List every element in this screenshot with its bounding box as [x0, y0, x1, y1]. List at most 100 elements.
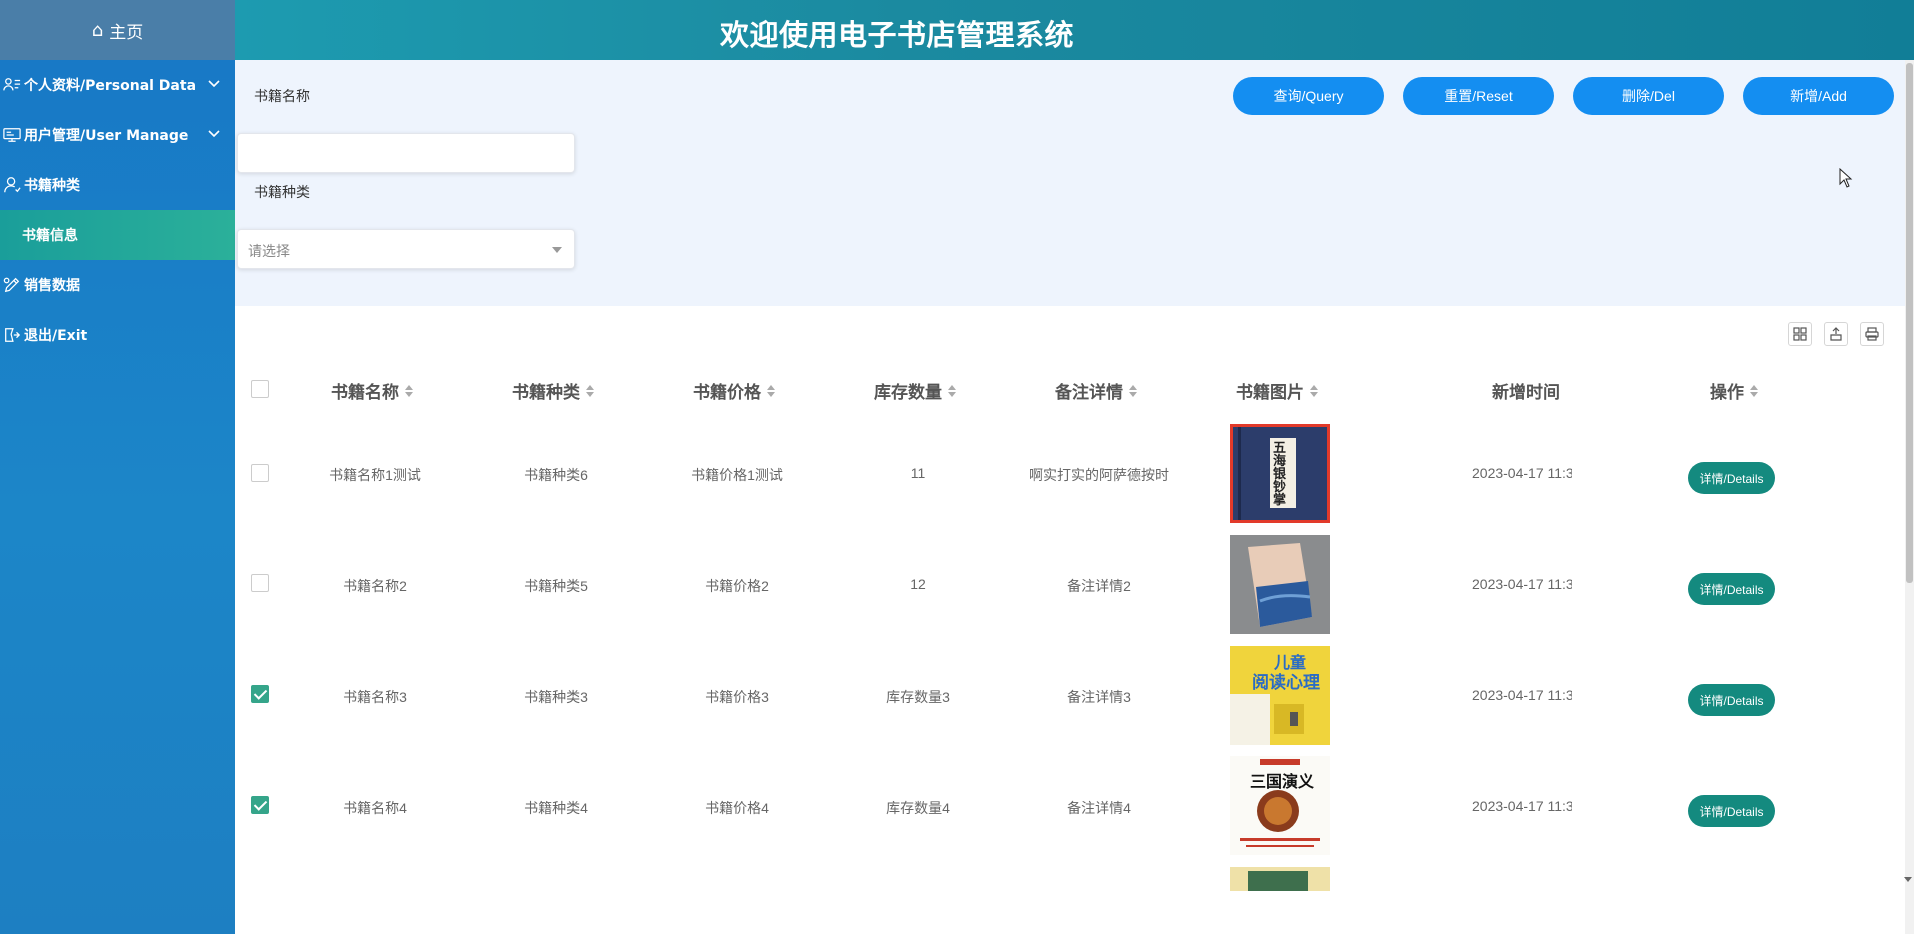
home-link[interactable]: ⌂ 主页	[0, 0, 235, 60]
row-checkbox[interactable]	[251, 574, 269, 592]
cell-remark: 备注详情4	[1067, 800, 1131, 816]
sidebar-item-personal-data[interactable]: 个人资料/Personal Data	[0, 60, 235, 110]
book-cover-title: 五海银钞掌	[1273, 441, 1287, 508]
header-label: 操作	[1710, 383, 1744, 403]
details-button[interactable]: 详情/Details	[1688, 462, 1775, 494]
cell-time: 2023-04-17 11:3	[1472, 798, 1572, 814]
cell-time: 2023-04-17 11:3	[1472, 687, 1572, 703]
mouse-cursor-icon	[1839, 168, 1853, 188]
column-header-time: 新增时间	[1492, 378, 1560, 403]
sidebar-item-label: 用户管理/User Manage	[24, 128, 189, 144]
query-button[interactable]: 查询/Query	[1233, 77, 1384, 115]
cell-name: 书籍名称2	[343, 578, 407, 594]
sort-icon	[948, 384, 956, 397]
row-checkbox[interactable]	[251, 464, 269, 482]
book-cover-image-partial	[1230, 867, 1330, 891]
column-header-remark[interactable]: 备注详情	[1055, 378, 1137, 403]
header-label: 书籍种类	[512, 383, 580, 403]
sidebar-item-label: 书籍信息	[22, 228, 78, 244]
cell-time: 2023-04-17 11:3	[1472, 576, 1572, 592]
vertical-scrollbar[interactable]	[1905, 60, 1914, 934]
book-type-placeholder: 请选择	[248, 244, 290, 260]
sort-icon	[586, 384, 594, 397]
header-label: 库存数量	[874, 383, 942, 403]
cell-name: 书籍名称3	[343, 689, 407, 705]
sort-icon	[767, 384, 775, 397]
row-checkbox[interactable]	[251, 796, 269, 814]
sidebar-item-label: 退出/Exit	[24, 328, 88, 344]
cell-price: 书籍价格3	[705, 689, 769, 705]
details-button[interactable]: 详情/Details	[1688, 573, 1775, 605]
header-label: 备注详情	[1055, 383, 1123, 403]
header-label: 书籍名称	[331, 383, 399, 403]
details-button[interactable]: 详情/Details	[1688, 795, 1775, 827]
cell-type: 书籍种类3	[524, 689, 588, 705]
print-icon	[1865, 327, 1879, 341]
sort-icon	[1129, 384, 1137, 397]
sidebar-item-user-manage[interactable]: 用户管理/User Manage	[0, 110, 235, 160]
book-cover-image: 三国演义	[1230, 756, 1330, 855]
book-cover-subtitle: 阅读心理	[1252, 673, 1320, 693]
select-all-checkbox[interactable]	[251, 380, 269, 398]
add-button[interactable]: 新增/Add	[1743, 77, 1894, 115]
user-info-icon	[2, 75, 22, 95]
column-header-image[interactable]: 书籍图片	[1236, 378, 1318, 403]
header-label: 书籍价格	[693, 383, 761, 403]
monitor-users-icon	[2, 125, 22, 145]
header-label: 新增时间	[1492, 383, 1560, 403]
sidebar-item-sales-data[interactable]: 销售数据	[0, 260, 235, 310]
sidebar-item-label: 销售数据	[24, 278, 80, 294]
sidebar-item-book-types[interactable]: 书籍种类	[0, 160, 235, 210]
sort-icon	[1750, 384, 1758, 397]
book-type-label: 书籍种类	[254, 184, 310, 200]
cell-time: 2023-04-17 11:3	[1472, 465, 1572, 481]
sidebar-item-label: 个人资料/Personal Data	[24, 78, 197, 94]
cell-price: 书籍价格4	[705, 800, 769, 816]
column-settings-button[interactable]	[1788, 322, 1812, 346]
cell-type: 书籍种类5	[524, 578, 588, 594]
delete-button[interactable]: 删除/Del	[1573, 77, 1724, 115]
column-header-price[interactable]: 书籍价格	[693, 378, 775, 403]
chevron-down-icon	[208, 80, 220, 88]
edit-icon	[2, 275, 22, 295]
cell-remark: 啊实打实的阿萨德按时	[1029, 467, 1169, 483]
print-button[interactable]	[1860, 322, 1884, 346]
column-header-type[interactable]: 书籍种类	[512, 378, 594, 403]
reset-button[interactable]: 重置/Reset	[1403, 77, 1554, 115]
book-name-input[interactable]	[237, 133, 575, 173]
sidebar-item-exit[interactable]: 退出/Exit	[0, 310, 235, 360]
chevron-down-icon	[208, 130, 220, 138]
page-title: 欢迎使用电子书店管理系统	[720, 18, 1075, 52]
column-header-stock[interactable]: 库存数量	[874, 378, 956, 403]
sort-icon	[1310, 384, 1318, 397]
home-icon: ⌂	[91, 19, 104, 41]
details-button[interactable]: 详情/Details	[1688, 684, 1775, 716]
cell-remark: 备注详情3	[1067, 689, 1131, 705]
export-button[interactable]	[1824, 322, 1848, 346]
search-panel: 书籍名称 书籍种类 请选择 查询/Query 重置/Reset 删除/Del 新…	[235, 60, 1905, 306]
book-cover-image: 儿童 阅读心理	[1230, 646, 1330, 745]
user-icon	[2, 175, 22, 195]
cell-stock: 库存数量3	[886, 689, 950, 705]
book-type-select[interactable]: 请选择	[237, 229, 575, 269]
cell-name: 书籍名称1测试	[329, 467, 421, 483]
sort-icon	[405, 384, 413, 397]
header-label: 书籍图片	[1236, 383, 1304, 403]
cell-type: 书籍种类6	[524, 467, 588, 483]
book-cover-image: 五海银钞掌	[1230, 424, 1330, 523]
chevron-down-icon	[552, 247, 562, 253]
cell-stock: 11	[910, 465, 926, 481]
scroll-down-arrow-icon[interactable]	[1904, 877, 1912, 882]
cell-name: 书籍名称4	[343, 800, 407, 816]
scrollbar-thumb[interactable]	[1906, 63, 1913, 583]
cell-type: 书籍种类4	[524, 800, 588, 816]
book-cover-title: 三国演义	[1250, 772, 1315, 791]
book-name-label: 书籍名称	[254, 88, 310, 104]
column-header-name[interactable]: 书籍名称	[331, 378, 413, 403]
sidebar: ⌂ 主页 个人资料/Personal Data 用户管理/User Manage…	[0, 0, 235, 934]
column-header-action[interactable]: 操作	[1710, 378, 1758, 403]
sidebar-item-book-info[interactable]: 书籍信息	[0, 210, 235, 260]
row-checkbox[interactable]	[251, 685, 269, 703]
book-cover-image	[1230, 535, 1330, 634]
top-header: 欢迎使用电子书店管理系统	[235, 0, 1914, 60]
